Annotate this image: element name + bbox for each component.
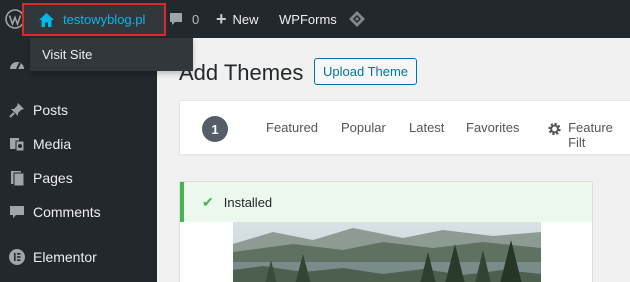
pushpin-icon (0, 101, 33, 119)
comment-icon (0, 203, 33, 221)
checkmark-icon: ✔ (202, 193, 214, 210)
admin-bar: testowyblog.pl 0 + New WPForms (0, 0, 630, 38)
theme-count-badge: 1 (202, 116, 228, 142)
plus-icon: + (216, 9, 227, 29)
feature-filter-label: Feature Filt (568, 120, 613, 150)
sidebar-item-label: Posts (33, 102, 69, 118)
sidebar-item-label: Elementor (33, 249, 97, 265)
elementor-icon (0, 248, 33, 266)
sidebar-item-pages[interactable]: Pages (0, 161, 157, 195)
tab-favorites[interactable]: Favorites (466, 120, 519, 135)
sidebar-item-media[interactable]: Media (0, 127, 157, 161)
site-name-label: testowyblog.pl (63, 12, 146, 27)
upload-theme-button[interactable]: Upload Theme (314, 58, 418, 85)
feature-filter-button[interactable]: Feature Filt (547, 120, 630, 150)
page-title: Add Themes (179, 60, 304, 85)
tab-featured[interactable]: Featured (266, 120, 318, 135)
plugin-diamond-button[interactable] (348, 0, 366, 38)
home-icon (38, 12, 55, 28)
dashboard-icon (0, 56, 33, 74)
sidebar-item-label: Media (33, 136, 72, 152)
sidebar-item-elementor[interactable]: Elementor (0, 240, 157, 274)
site-name-link[interactable]: testowyblog.pl (22, 3, 166, 36)
wpforms-menu[interactable]: WPForms (279, 0, 337, 38)
sidebar-item-label: Pages (33, 170, 73, 186)
visit-site-label: Visit Site (42, 47, 93, 62)
sidebar-item-label: Comments (33, 204, 101, 220)
theme-screenshot (233, 222, 541, 282)
new-content-button[interactable]: + New (216, 0, 259, 38)
tab-popular[interactable]: Popular (341, 120, 386, 135)
wpforms-label: WPForms (279, 11, 337, 27)
installed-label: Installed (223, 194, 273, 210)
diamond-icon (349, 11, 365, 27)
comments-count: 0 (192, 11, 200, 27)
pages-icon (0, 169, 33, 187)
new-label: New (232, 11, 259, 27)
sidebar-item-posts[interactable]: Posts (0, 93, 157, 127)
comments-link[interactable]: 0 (168, 0, 199, 38)
media-icon (0, 135, 33, 153)
tab-latest[interactable]: Latest (409, 120, 444, 135)
sidebar-item-comments[interactable]: Comments (0, 195, 157, 229)
visit-site-menu-item[interactable]: Visit Site (30, 38, 193, 71)
admin-sidebar: Posts Media Pages Comments Elementor (0, 38, 157, 282)
comment-bubble-icon (170, 13, 182, 25)
gear-icon (548, 122, 561, 136)
installed-notice: ✔ Installed (180, 182, 592, 222)
theme-card[interactable]: ✔ Installed (179, 181, 593, 282)
theme-filter-bar: 1 Featured Popular Latest Favorites Feat… (179, 100, 630, 155)
